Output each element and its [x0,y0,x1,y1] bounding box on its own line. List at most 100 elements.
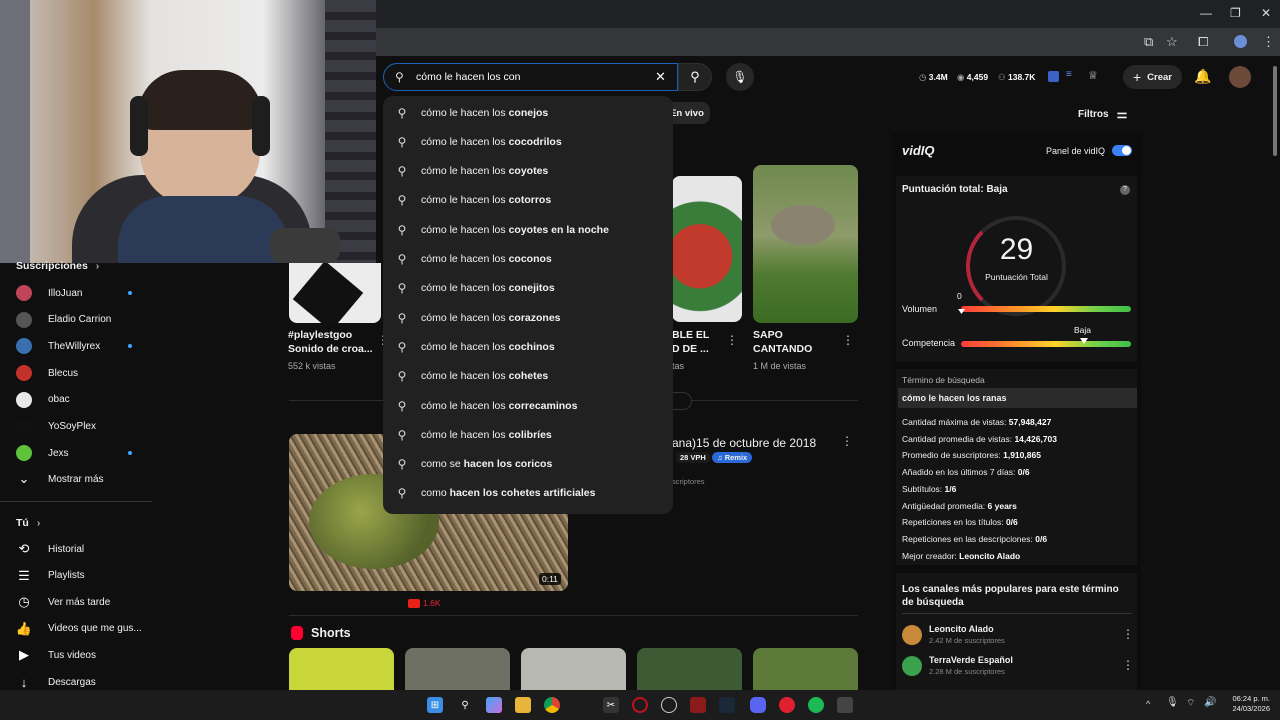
more-options-icon[interactable]: ⋮ [841,434,853,448]
search-suggestion[interactable]: ⚲ cómo le hacen los cotorros [383,186,673,215]
long-video-title[interactable]: ana)15 de octubre de 2018 [672,436,816,450]
sidebar-item-subscription[interactable]: obac [16,389,70,411]
sidebar-item-subscription[interactable]: IlloJuan [16,282,82,304]
windows-start-icon[interactable]: ⊞ [427,697,443,713]
you-heading[interactable]: Tú › [16,512,40,534]
video-title-4[interactable]: SAPO CANTANDO [753,328,812,356]
sidebar-item-subscription[interactable]: TheWillyrex [16,335,100,357]
bookmark-star-icon[interactable]: ☆ [1166,34,1178,50]
video-title-3[interactable]: BLE EL D DE ... [672,328,709,356]
more-options-icon[interactable]: ⋮ [1122,627,1134,641]
restore-icon[interactable]: ❐ [1230,6,1241,20]
sidebar-item-subscription[interactable]: YoSoyPlex [16,416,96,438]
search-suggestion[interactable]: ⚲ cómo le hacen los corazones [383,303,673,332]
short-thumbnail-2[interactable] [405,648,510,690]
create-button[interactable]: + Crear [1123,65,1182,89]
more-options-icon[interactable]: ⋮ [842,333,854,347]
search-icon: ⚲ [397,457,407,472]
avatar[interactable] [1229,66,1251,88]
vidiq-toggle[interactable] [1112,145,1132,156]
short-thumbnail-1[interactable] [289,648,394,690]
profile-icon[interactable] [1234,35,1247,48]
extensions-icon[interactable]: ⧠ [1198,34,1208,50]
scrollbar-thumb[interactable] [1273,66,1277,156]
trophy-icon[interactable]: ♕ [1088,69,1098,82]
help-icon[interactable]: ? [1120,185,1130,195]
search-suggestion[interactable]: ⚲ cómo le hacen los cocodrilos [383,127,673,156]
file-explorer-icon[interactable] [515,697,531,713]
minimize-icon[interactable]: — [1200,6,1212,20]
search-suggestion[interactable]: ⚲ cómo le hacen los cohetes [383,362,673,391]
capcut-icon[interactable]: ✂ [603,697,619,713]
show-more-button[interactable]: ⌄ Mostrar más [16,468,104,490]
search-suggestion[interactable]: ⚲ cómo le hacen los colibríes [383,420,673,449]
opera-gx-icon[interactable] [632,697,648,713]
install-app-icon[interactable]: ⧉ [1144,34,1153,50]
sidebar-item-you[interactable]: ◷ Ver más tarde [16,591,110,613]
app-icon[interactable] [690,697,706,713]
vidiq-extension-icon[interactable] [1048,71,1059,82]
game-icon[interactable] [837,697,853,713]
obs-icon[interactable] [661,697,677,713]
wifi-icon[interactable]: ⌔ [1186,697,1195,710]
search-icon: ⚲ [397,105,407,120]
sidebar-item-you[interactable]: ☰ Playlists [16,565,85,587]
sidebar-item-subscription[interactable]: Eladio Carrion [16,309,111,331]
short-thumbnail-5[interactable] [753,648,858,690]
playlists-icon: ☰ [18,567,30,583]
video-title-3-line1: BLE EL [672,329,710,341]
video-thumbnail-3[interactable] [672,176,742,322]
app-red-icon[interactable] [779,697,795,713]
acoustic-foam [325,0,376,263]
search-box[interactable]: ⚲ cómo le hacen los con ✕ [383,63,678,91]
copilot-icon[interactable] [486,697,502,713]
clock[interactable]: 06:24 p. m. 24/03/2026 [1222,694,1270,714]
clear-search-icon[interactable]: ✕ [655,69,666,85]
sidebar-item-you[interactable]: ▶ Tus videos [16,644,96,666]
chrome-icon[interactable] [544,697,560,713]
search-icon[interactable]: ⚲ [457,697,473,713]
search-suggestion[interactable]: ⚲ cómo le hacen los conejitos [383,274,673,303]
close-window-icon[interactable]: ✕ [1261,6,1271,20]
channel-name[interactable]: TerraVerde Español [929,655,1013,665]
search-input[interactable]: cómo le hacen los con [416,71,520,83]
search-suggestion[interactable]: ⚲ cómo le hacen los conejos [383,98,673,127]
sidebar-item-label: Tus videos [48,649,96,661]
video-thumbnail-1[interactable] [289,263,381,323]
search-suggestion[interactable]: ⚲ cómo le hacen los coconos [383,245,673,274]
more-options-icon[interactable]: ⋮ [726,333,738,347]
channel-name[interactable]: Leoncito Alado [929,624,994,634]
discord-icon[interactable] [750,697,766,713]
search-suggestion[interactable]: ⚲ cómo le hacen los cochinos [383,332,673,361]
notifications-bell-icon[interactable]: 🔔 [1194,68,1211,85]
search-button[interactable]: ⚲ [678,63,712,91]
sidebar-item-subscription[interactable]: Blecus [16,362,78,384]
spotify-icon[interactable] [808,697,824,713]
video-title-1[interactable]: #playlestgoo Sonido de croa... [288,328,373,356]
search-suggestion[interactable]: ⚲ como hacen los cohetes artificiales [383,479,673,508]
sidebar-item-subscription[interactable]: Jexs [16,442,69,464]
search-suggestion[interactable]: ⚲ como se hacen los coricos [383,450,673,479]
suggestion-completion: coyotes [508,165,549,178]
video-thumbnail-4[interactable] [753,165,858,323]
list-icon[interactable]: ≡ [1066,69,1072,80]
subscriptions-heading[interactable]: Suscripciones › [16,255,99,277]
headphone-right [252,96,270,156]
scrollbar[interactable] [1270,56,1280,690]
microphone-icon[interactable]: 🎙 [1166,697,1179,708]
filters-button[interactable]: Filtros ⚌ [1078,107,1127,121]
voice-search-button[interactable]: 🎙 [726,63,754,91]
steam-icon[interactable] [719,697,735,713]
more-options-icon[interactable]: ⋮ [1122,658,1134,672]
search-suggestion[interactable]: ⚲ cómo le hacen los correcaminos [383,391,673,420]
sidebar-item-you[interactable]: ⟲ Historial [16,538,85,560]
chrome-menu-icon[interactable]: ⋮ [1262,34,1275,50]
sidebar-item-you[interactable]: 👍 Videos que me gus... [16,618,142,640]
short-thumbnail-3[interactable] [521,648,626,690]
long-video-subtext: scriptores [672,477,705,486]
search-suggestion[interactable]: ⚲ cómo le hacen los coyotes en la noche [383,215,673,244]
search-suggestion[interactable]: ⚲ cómo le hacen los coyotes [383,157,673,186]
short-thumbnail-4[interactable] [637,648,742,690]
chevron-up-icon[interactable]: ^ [1146,699,1150,709]
volume-icon[interactable]: 🔊 [1204,697,1216,708]
